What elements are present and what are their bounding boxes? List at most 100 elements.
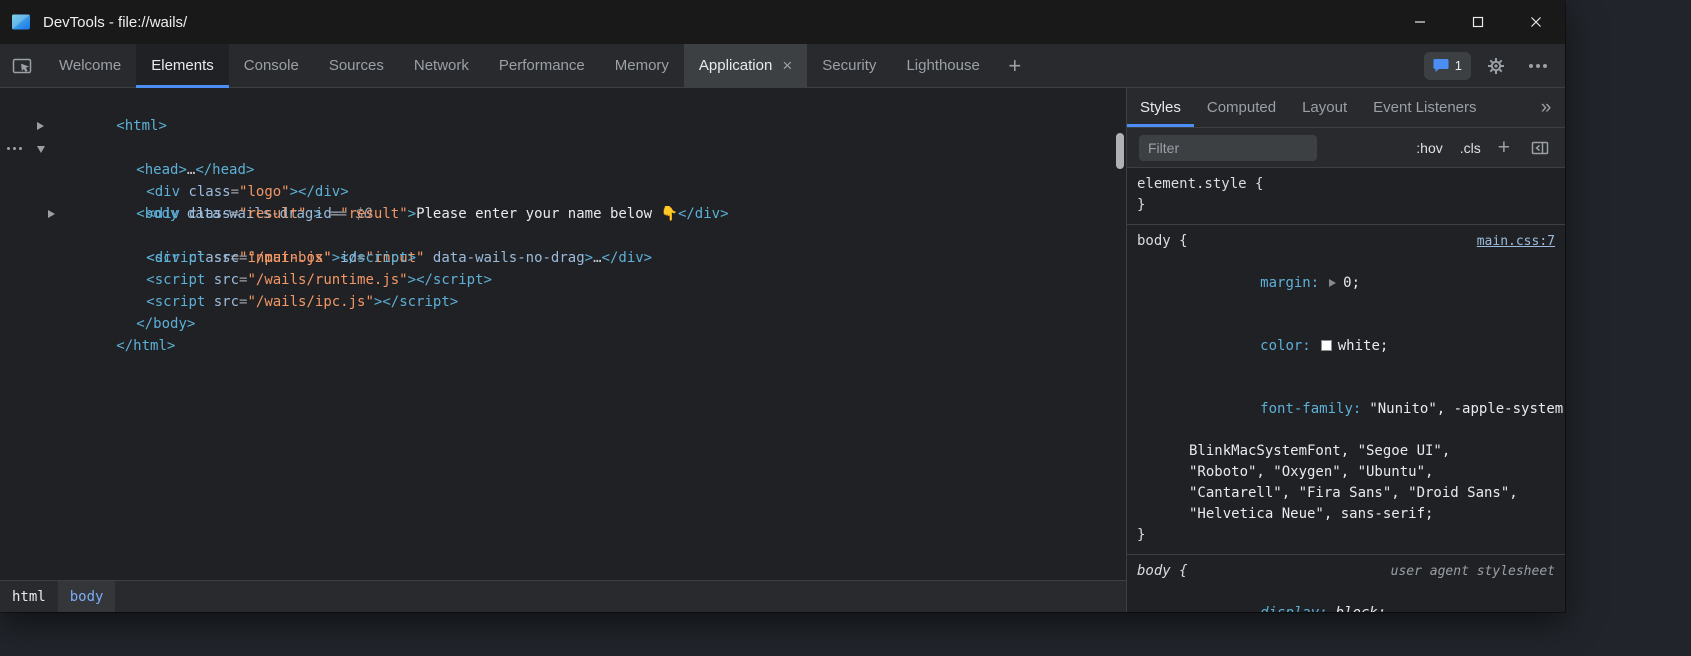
- selector-text: body {: [1137, 563, 1188, 579]
- toggle-sidebar-button[interactable]: [1527, 135, 1553, 161]
- gear-icon: [1487, 57, 1505, 75]
- property-name: font-family:: [1260, 401, 1361, 417]
- styles-filter-input[interactable]: [1139, 135, 1317, 161]
- css-value-wrap: "Roboto", "Oxygen", "Ubuntu",: [1127, 462, 1565, 483]
- expand-arrow-icon[interactable]: [37, 122, 44, 130]
- menu-button[interactable]: [1521, 49, 1555, 83]
- tree-line[interactable]: <script src="/wails/ipc.js"></script>: [0, 269, 1126, 291]
- toggle-sidebar-icon: [1531, 139, 1549, 157]
- rule-selector[interactable]: element.style {: [1127, 174, 1565, 195]
- property-value: white;: [1338, 338, 1389, 354]
- window-title: DevTools - file://wails/: [43, 14, 187, 31]
- close-button[interactable]: [1507, 0, 1565, 44]
- tab-welcome[interactable]: Welcome: [44, 44, 136, 87]
- tree-line[interactable]: <div class="input-box" id="input" data-w…: [0, 203, 1126, 225]
- tree-line[interactable]: <div class="logo"></div>: [0, 159, 1126, 181]
- tree-line[interactable]: <script src="/wails/runtime.js"></script…: [0, 247, 1126, 269]
- property-name: margin:: [1260, 275, 1319, 291]
- tab-console[interactable]: Console: [229, 44, 314, 87]
- css-value-wrap: "Cantarell", "Fira Sans", "Droid Sans",: [1127, 483, 1565, 504]
- expand-arrow-icon[interactable]: [48, 210, 55, 218]
- inspect-icon: [11, 55, 33, 77]
- settings-button[interactable]: [1479, 49, 1513, 83]
- tab-event-listeners[interactable]: Event Listeners: [1360, 88, 1489, 127]
- collapse-arrow-icon[interactable]: [37, 146, 45, 153]
- css-property-font-family[interactable]: font-family: "Nunito", -apple-system,: [1127, 378, 1565, 441]
- css-property-margin[interactable]: margin: 0;: [1127, 252, 1565, 315]
- property-value: "Nunito", -apple-system,: [1369, 401, 1565, 417]
- property-value: BlinkMacSystemFont, "Segoe UI",: [1189, 443, 1450, 459]
- tab-lighthouse[interactable]: Lighthouse: [891, 44, 994, 87]
- tab-sources[interactable]: Sources: [314, 44, 399, 87]
- elements-scrollbar-thumb[interactable]: [1116, 133, 1124, 169]
- property-value: "Helvetica Neue", sans-serif;: [1189, 506, 1433, 522]
- tree-line[interactable]: <script src="/main.js"></script>: [0, 225, 1126, 247]
- issues-count: 1: [1455, 58, 1462, 73]
- issues-badge[interactable]: 1: [1424, 52, 1471, 80]
- tree-line[interactable]: </html>: [0, 313, 1126, 335]
- css-value-wrap: "Helvetica Neue", sans-serif;: [1127, 504, 1565, 525]
- tab-security[interactable]: Security: [807, 44, 891, 87]
- elements-panel: <html> <head>…</head> <body data-wails-d…: [0, 88, 1127, 612]
- code-token: </html>: [116, 338, 175, 354]
- tabbar-right-controls: 1: [1424, 44, 1565, 87]
- element-classes-button[interactable]: .cls: [1460, 140, 1481, 156]
- tree-line-body[interactable]: <body data-wails-drag> == $0: [0, 137, 1126, 159]
- toggle-pseudo-classes-button[interactable]: :hov: [1416, 140, 1442, 156]
- close-tab-icon[interactable]: ×: [782, 57, 792, 74]
- issues-bubble-icon: [1433, 58, 1449, 73]
- devtools-main: <html> <head>…</head> <body data-wails-d…: [0, 88, 1565, 612]
- minimize-button[interactable]: [1391, 0, 1449, 44]
- dom-tree: <html> <head>…</head> <body data-wails-d…: [0, 88, 1126, 580]
- css-property-color[interactable]: color:white;: [1127, 315, 1565, 378]
- tab-memory[interactable]: Memory: [600, 44, 684, 87]
- more-panels-icon[interactable]: »: [1527, 88, 1565, 127]
- add-tab-button[interactable]: +: [995, 44, 1035, 87]
- tab-layout[interactable]: Layout: [1289, 88, 1360, 127]
- tree-line[interactable]: </body>: [0, 291, 1126, 313]
- selector-text: element.style {: [1137, 176, 1263, 192]
- tab-network[interactable]: Network: [399, 44, 484, 87]
- breadcrumb-body[interactable]: body: [58, 581, 116, 612]
- property-value: "Roboto", "Oxygen", "Ubuntu",: [1189, 464, 1433, 480]
- tab-styles[interactable]: Styles: [1127, 88, 1194, 127]
- property-value: "Cantarell", "Fira Sans", "Droid Sans",: [1189, 485, 1518, 501]
- brace: }: [1137, 197, 1145, 213]
- rule-element-style: element.style { }: [1127, 168, 1565, 225]
- three-dots-icon: [1529, 64, 1547, 68]
- more-actions-icon[interactable]: [7, 147, 22, 150]
- minimize-icon: [1414, 16, 1426, 28]
- tree-line[interactable]: <head>…</head>: [0, 115, 1126, 137]
- stylesheet-link-body[interactable]: main.css:7: [1477, 233, 1555, 251]
- property-value: block;: [1336, 605, 1387, 612]
- expand-shorthand-icon[interactable]: [1329, 279, 1336, 287]
- tab-application-label: Application: [699, 57, 772, 74]
- tree-line[interactable]: <html>: [0, 93, 1126, 115]
- tree-line[interactable]: <div class="result" id="result">Please e…: [0, 181, 1126, 203]
- maximize-button[interactable]: [1449, 0, 1507, 44]
- close-icon: [1530, 16, 1542, 28]
- devtools-tabbar: Welcome Elements Console Sources Network…: [0, 44, 1565, 88]
- rule-close-brace: }: [1127, 195, 1565, 216]
- devtools-app-icon: [11, 12, 31, 32]
- tab-application[interactable]: Application ×: [684, 44, 807, 87]
- css-property-display[interactable]: display:block;: [1127, 582, 1565, 612]
- brace: }: [1137, 527, 1145, 543]
- rule-body-main-css: body { main.css:7 margin: 0; color:white;…: [1127, 225, 1565, 555]
- maximize-icon: [1472, 16, 1484, 28]
- tab-elements[interactable]: Elements: [136, 44, 229, 87]
- new-style-rule-button[interactable]: +: [1498, 137, 1510, 158]
- rule-close-brace: }: [1127, 525, 1565, 546]
- rule-body-user-agent: body { user agent stylesheet display:blo…: [1127, 555, 1565, 612]
- styles-tab-strip: Styles Computed Layout Event Listeners »: [1127, 88, 1565, 128]
- css-value-wrap: BlinkMacSystemFont, "Segoe UI",: [1127, 441, 1565, 462]
- styles-panel: Styles Computed Layout Event Listeners »…: [1127, 88, 1565, 612]
- tab-performance[interactable]: Performance: [484, 44, 600, 87]
- color-swatch-white[interactable]: [1321, 340, 1332, 351]
- tab-computed[interactable]: Computed: [1194, 88, 1289, 127]
- breadcrumb-html[interactable]: html: [0, 581, 58, 612]
- titlebar[interactable]: DevTools - file://wails/: [0, 0, 1565, 44]
- selector-text: body {: [1137, 233, 1188, 249]
- property-value: 0;: [1343, 275, 1360, 291]
- inspect-element-button[interactable]: [0, 44, 44, 87]
